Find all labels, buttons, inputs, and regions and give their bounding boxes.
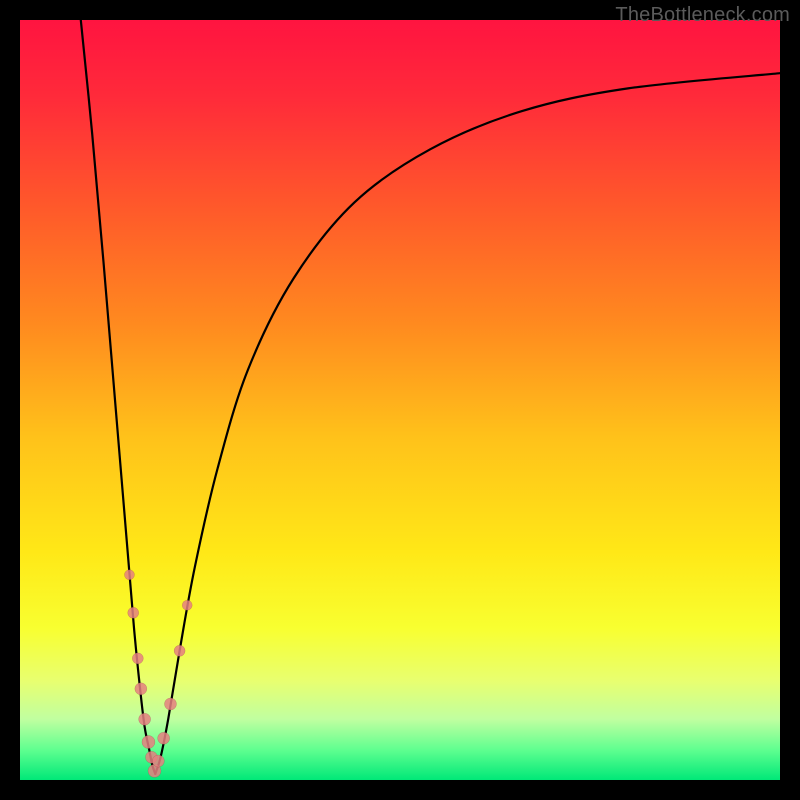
plot-area <box>20 20 780 780</box>
highlight-marker <box>182 600 192 610</box>
highlight-marker <box>135 683 147 695</box>
highlight-marker <box>174 645 185 656</box>
curve-layer <box>20 20 780 780</box>
highlight-marker <box>164 698 176 710</box>
highlight-marker <box>132 653 143 664</box>
highlight-marker <box>152 755 164 767</box>
highlight-marker <box>158 732 170 744</box>
highlight-markers <box>124 570 192 778</box>
watermark-text: TheBottleneck.com <box>615 4 790 27</box>
chart-frame: TheBottleneck.com <box>0 0 800 800</box>
highlight-marker <box>139 713 151 725</box>
curve-left-branch <box>81 20 155 774</box>
highlight-marker <box>128 607 139 618</box>
highlight-marker <box>124 570 134 580</box>
highlight-marker <box>142 736 155 749</box>
curve-right-branch <box>155 73 780 774</box>
